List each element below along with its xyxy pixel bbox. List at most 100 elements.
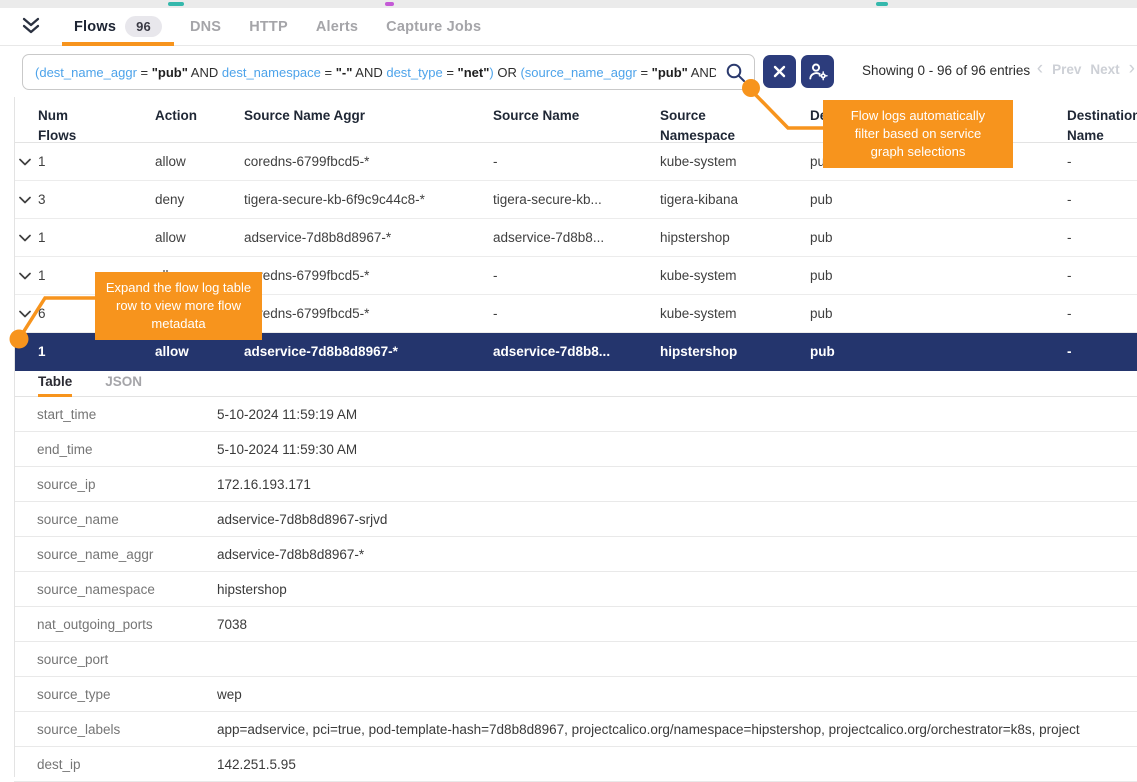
prev-chevron-icon[interactable]: ‹ xyxy=(1037,59,1043,78)
tab-label: Alerts xyxy=(316,19,358,35)
cell-source-name-aggr: tigera-secure-kb-6f9c9c44c8-* xyxy=(244,192,493,207)
chevron-down-icon xyxy=(19,344,31,359)
tab-label: Capture Jobs xyxy=(386,19,481,35)
expand-row-button[interactable] xyxy=(14,344,38,359)
expand-row-button[interactable] xyxy=(14,306,38,321)
detail-key: source_namespace xyxy=(14,582,217,597)
collapse-panel-button[interactable] xyxy=(20,17,42,36)
cell-source-namespace: tigera-kibana xyxy=(660,192,810,207)
cell-dest-name-aggr: pub xyxy=(810,230,1067,245)
cell-source-name: adservice-7d8b8... xyxy=(493,344,660,359)
user-settings-button[interactable] xyxy=(801,55,834,88)
detail-row: source_name_aggradservice-7d8b8d8967-* xyxy=(14,537,1137,572)
detail-value: hipstershop xyxy=(217,582,1137,597)
detail-row: nat_outgoing_ports7038 xyxy=(14,607,1137,642)
cell-source-name-aggr: coredns-6799fbcd5-* xyxy=(244,306,493,321)
tab-label: DNS xyxy=(190,19,221,35)
expand-row-button[interactable] xyxy=(14,154,38,169)
query-token: = xyxy=(637,65,652,80)
detail-value: 142.251.5.95 xyxy=(217,757,1137,772)
expand-row-button[interactable] xyxy=(14,268,38,283)
detail-key: start_time xyxy=(14,407,217,422)
detail-value: adservice-7d8b8d8967-* xyxy=(217,547,1137,562)
column-header: Source Namespace xyxy=(660,106,810,145)
cell-source-name-aggr: coredns-6799fbcd5-* xyxy=(244,154,493,169)
search-icon[interactable] xyxy=(725,62,747,89)
cell-action: deny xyxy=(155,192,244,207)
cell-dest-name: - xyxy=(1067,154,1137,169)
query-token: source_name_aggr xyxy=(525,65,637,80)
query-token: "pub" xyxy=(652,65,688,80)
detail-value: app=adservice, pci=true, pod-template-ha… xyxy=(217,722,1137,737)
cell-source-name-aggr: adservice-7d8b8d8967-* xyxy=(244,230,493,245)
detail-key: source_port xyxy=(14,652,217,667)
cell-action: allow xyxy=(155,230,244,245)
cell-source-namespace: hipstershop xyxy=(660,230,810,245)
cell-dest-name: - xyxy=(1067,268,1137,283)
chevron-down-icon xyxy=(19,306,31,321)
detail-tabs: Table JSON xyxy=(14,366,1137,397)
chevron-down-icon xyxy=(19,192,31,207)
cell-dest-name-aggr: pub xyxy=(810,306,1067,321)
expand-row-button[interactable] xyxy=(14,192,38,207)
detail-key: source_ip xyxy=(14,477,217,492)
tab-dns[interactable]: DNS xyxy=(176,8,235,45)
tab-http[interactable]: HTTP xyxy=(235,8,302,45)
close-icon xyxy=(773,65,786,78)
detail-row: source_labelsapp=adservice, pci=true, po… xyxy=(14,712,1137,747)
filter-search-input[interactable]: (dest_name_aggr = "pub" AND dest_namespa… xyxy=(22,54,755,90)
cell-dest-name: - xyxy=(1067,306,1137,321)
clear-filter-button[interactable] xyxy=(763,55,796,88)
showing-entries-text: Showing 0 - 96 of 96 entries xyxy=(862,63,1030,78)
person-gear-icon xyxy=(808,62,828,81)
detail-row: end_time5-10-2024 11:59:30 AM xyxy=(14,432,1137,467)
cell-dest-name: - xyxy=(1067,344,1137,359)
detail-tab-table[interactable]: Table xyxy=(38,366,72,396)
cell-num: 3 xyxy=(38,192,155,207)
query-token: dest_namespace xyxy=(222,65,321,80)
column-header: Action xyxy=(155,106,244,145)
query-token: dest_type xyxy=(386,65,442,80)
cell-action: allow xyxy=(155,154,244,169)
detail-row: start_time5-10-2024 11:59:19 AM xyxy=(14,397,1137,432)
tab-capture-jobs[interactable]: Capture Jobs xyxy=(372,8,495,45)
flow-log-tab-bar: Flows96 DNS HTTP Alerts Capture Jobs xyxy=(0,8,1137,46)
tab-bar-tabs: Flows96 DNS HTTP Alerts Capture Jobs xyxy=(60,8,495,45)
cell-source-name: - xyxy=(493,154,660,169)
next-button[interactable]: Next xyxy=(1090,62,1119,77)
cell-dest-name: - xyxy=(1067,192,1137,207)
pagination: ‹ Prev Next › xyxy=(1037,60,1135,79)
cell-num: 1 xyxy=(38,230,155,245)
detail-row: source_port xyxy=(14,642,1137,677)
flow-table-row[interactable]: 1allowadservice-7d8b8d8967-*adservice-7d… xyxy=(14,219,1137,257)
cell-source-name: - xyxy=(493,268,660,283)
cell-source-namespace: hipstershop xyxy=(660,344,810,359)
cell-source-name: - xyxy=(493,306,660,321)
query-token: AND xyxy=(352,65,386,80)
detail-row: source_typewep xyxy=(14,677,1137,712)
graph-fragment xyxy=(876,2,888,6)
next-chevron-icon[interactable]: › xyxy=(1129,59,1135,78)
detail-key: nat_outgoing_ports xyxy=(14,617,217,632)
expand-row-button[interactable] xyxy=(14,230,38,245)
header-expander-spacer xyxy=(14,106,38,145)
tab-alerts[interactable]: Alerts xyxy=(302,8,372,45)
cell-source-namespace: kube-system xyxy=(660,154,810,169)
cell-num: 1 xyxy=(38,344,155,359)
cell-dest-name: - xyxy=(1067,230,1137,245)
column-header: Source Name Aggr xyxy=(244,106,493,145)
flow-table-row[interactable]: 3denytigera-secure-kb-6f9c9c44c8-* tigera… xyxy=(14,181,1137,219)
prev-button[interactable]: Prev xyxy=(1052,62,1081,77)
detail-row: source_ip172.16.193.171 xyxy=(14,467,1137,502)
query-token: AND xyxy=(188,65,222,80)
tab-flows[interactable]: Flows96 xyxy=(60,8,176,45)
top-strip xyxy=(0,0,1137,8)
detail-tab-json[interactable]: JSON xyxy=(105,366,142,396)
query-token: = xyxy=(137,65,152,80)
detail-key: source_name xyxy=(14,512,217,527)
cell-source-name-aggr: coredns-6799fbcd5-* xyxy=(244,268,493,283)
graph-fragment xyxy=(168,2,184,6)
detail-key: source_labels xyxy=(14,722,217,737)
cell-source-namespace: kube-system xyxy=(660,306,810,321)
detail-key: end_time xyxy=(14,442,217,457)
